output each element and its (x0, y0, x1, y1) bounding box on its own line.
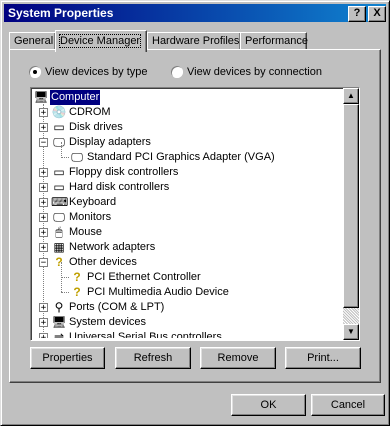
properties-button[interactable]: Properties (30, 347, 105, 369)
properties-button-label: Properties (42, 352, 93, 364)
device-tree-list: 🖥 Computer + 💿 CDROM + ▭ Disk drives − 🖵… (33, 90, 345, 338)
tab-performance[interactable]: Performance (240, 32, 308, 49)
radio-selected-dot (33, 70, 37, 74)
device-tree[interactable]: 🖥 Computer + 💿 CDROM + ▭ Disk drives − 🖵… (30, 87, 360, 341)
vertical-scrollbar[interactable]: ▲ ▼ (343, 88, 359, 340)
tree-connector-line (61, 292, 69, 293)
scroll-up-button[interactable]: ▲ (343, 88, 359, 104)
help-button[interactable]: ? (348, 6, 366, 22)
tree-item-label: Standard PCI Graphics Adapter (VGA) (87, 151, 275, 163)
floppy-controller-icon: ▭ (53, 165, 65, 179)
refresh-button[interactable]: Refresh (115, 347, 191, 369)
mouse-icon: 🖱 (55, 225, 63, 239)
remove-button[interactable]: Remove (200, 347, 276, 369)
expand-toggle[interactable]: + (39, 183, 48, 193)
cancel-button-label: Cancel (330, 399, 366, 411)
cancel-button[interactable]: Cancel (311, 394, 385, 416)
tree-item-label: PCI Ethernet Controller (87, 271, 201, 283)
window-title: System Properties (8, 6, 114, 20)
view-by-connection-label[interactable]: View devices by connection (187, 66, 322, 78)
refresh-button-label: Refresh (133, 352, 173, 364)
tab-device-manager[interactable]: Device Manager (55, 30, 147, 52)
collapse-toggle[interactable]: − (39, 258, 48, 268)
tree-item-label: Other devices (69, 256, 137, 268)
expand-toggle[interactable]: + (39, 213, 48, 223)
expand-toggle[interactable]: + (39, 168, 48, 178)
title-bar[interactable]: System Properties ? X (4, 4, 386, 22)
view-by-connection-radio[interactable] (171, 66, 183, 78)
remove-button-label: Remove (217, 352, 259, 364)
keyboard-icon: ⌨ (51, 195, 69, 209)
tree-item-label: PCI Multimedia Audio Device (87, 286, 229, 298)
question-device-icon: ? (73, 285, 81, 299)
tab-performance-label: Performance (245, 35, 308, 47)
usb-icon: ⇌ (53, 330, 65, 338)
tree-item-label: Monitors (69, 211, 112, 223)
monitor-icon: 🖵 (53, 135, 65, 149)
question-device-icon: ? (55, 255, 63, 269)
tab-hardware-profiles[interactable]: Hardware Profiles (147, 32, 241, 49)
view-by-type-label[interactable]: View devices by type (45, 66, 148, 78)
tree-item-label: Computer (50, 90, 101, 105)
tab-device-manager-label: Device Manager (58, 34, 142, 48)
tab-general[interactable]: General (9, 32, 56, 49)
tree-item-label: Keyboard (69, 196, 117, 208)
cdrom-icon: 💿 (51, 105, 67, 119)
tree-connector-line (61, 157, 69, 158)
port-icon: ⚲ (54, 300, 64, 314)
disk-drive-icon: ▭ (53, 120, 65, 134)
tree-connector-line (61, 277, 69, 278)
ok-button[interactable]: OK (231, 394, 306, 416)
collapse-toggle[interactable]: − (39, 138, 48, 148)
expand-toggle[interactable]: + (39, 243, 48, 253)
scroll-down-button[interactable]: ▼ (343, 324, 359, 340)
print-button-label: Print... (307, 352, 339, 364)
tree-item-label: Mouse (69, 226, 103, 238)
tree-item-label: Hard disk controllers (69, 181, 170, 193)
expand-toggle[interactable]: + (39, 318, 48, 328)
expand-toggle[interactable]: + (39, 333, 48, 338)
monitor-icon: 🖵 (53, 210, 65, 224)
scrollbar-thumb[interactable] (343, 104, 359, 308)
system-properties-window: System Properties ? X General Device Man… (0, 0, 390, 426)
tree-item-label: Universal Serial Bus controllers (69, 331, 222, 338)
view-by-type-radio[interactable] (29, 66, 41, 78)
tree-item-label: Display adapters (69, 136, 151, 148)
expand-toggle[interactable]: + (39, 108, 48, 118)
tree-item-label: Network adapters (69, 241, 156, 253)
tree-item-label: CDROM (69, 106, 111, 118)
expand-toggle[interactable]: + (39, 228, 48, 238)
expand-toggle[interactable]: + (39, 303, 48, 313)
tree-item-label: Floppy disk controllers (69, 166, 179, 178)
tree-item-label: Ports (COM & LPT) (69, 301, 165, 313)
tab-general-label: General (14, 35, 54, 47)
computer-icon: 🖥 (33, 90, 49, 104)
close-button[interactable]: X (368, 6, 386, 22)
tree-item-label: System devices (69, 316, 147, 328)
computer-icon: 🖥 (51, 315, 67, 329)
print-button[interactable]: Print... (285, 347, 361, 369)
question-device-icon: ? (73, 270, 81, 284)
expand-toggle[interactable]: + (39, 123, 48, 133)
expand-toggle[interactable]: + (39, 198, 48, 208)
hard-disk-controller-icon: ▭ (53, 180, 65, 194)
network-adapter-icon: ▦ (53, 240, 65, 254)
tree-item-label: Disk drives (69, 121, 123, 133)
ok-button-label: OK (260, 399, 277, 411)
tab-hardware-profiles-label: Hardware Profiles (152, 35, 240, 47)
display-adapter-icon: 🖵 (71, 150, 83, 164)
